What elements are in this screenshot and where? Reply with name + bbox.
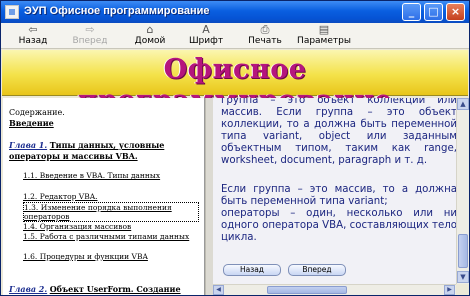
pane-splitter[interactable] [205,98,213,295]
chapter-1-number: Глава 1. [9,140,48,150]
contents-heading: Содержание. [9,108,65,117]
options-icon: ▤ [318,23,330,36]
scroll-right-icon[interactable]: ▶ [444,285,455,295]
toc-link-1-2[interactable]: 1.2. Редактор VBA. [23,192,199,201]
forward-toolbar-button[interactable]: ⇨ Вперед [70,24,110,48]
app-icon [5,5,19,19]
scroll-left-icon[interactable]: ◀ [213,285,224,295]
content-paragraph-3: операторы – один, несколько или ни одног… [221,208,456,243]
print-toolbar-button[interactable]: ⎙ Печать [245,24,285,48]
content-pane: группа – это объект коллекции или массив… [213,98,456,284]
options-label: Параметры [297,36,351,46]
home-toolbar-button[interactable]: ⌂ Домой [131,24,169,48]
toc-link-introduction[interactable]: Введение [9,118,54,128]
table-of-contents-pane[interactable]: Содержание. Введение Глава 1. Типы данны… [3,98,205,295]
toc-chapter-2[interactable]: Глава 2. Объект UserForm. Создание VBA- [9,284,201,295]
app-window: ЭУП Офисное программирование _ □ × ⇦ Наз… [0,0,470,296]
window-title: ЭУП Офисное программирование [24,5,210,17]
toc-link-1-5[interactable]: 1.5. Работа с различными типами данных [23,232,199,241]
toc-link-1-1[interactable]: 1.1. Введение в VBA. Типы данных [23,171,199,180]
vertical-scroll-thumb[interactable] [458,234,468,268]
content-forward-button[interactable]: Вперед [288,264,346,276]
maximize-button[interactable]: □ [424,3,443,21]
title-bar[interactable]: ЭУП Офисное программирование _ □ × [1,1,469,23]
toc-link-1-6[interactable]: 1.6. Процедуры и функции VBA [23,252,199,261]
minimize-button[interactable]: _ [402,3,421,21]
font-toolbar-button[interactable]: A Шрифт [187,24,225,48]
printer-icon: ⎙ [260,23,270,36]
back-toolbar-button[interactable]: ⇦ Назад [15,24,51,48]
forward-arrow-icon: ⇨ [85,23,95,36]
content-back-button[interactable]: Назад [223,264,281,276]
print-label: Печать [248,36,282,46]
home-label: Домой [134,36,166,46]
scroll-up-icon[interactable]: ▲ [457,98,469,110]
banner: Офисное программирование [2,50,468,116]
content-paragraph-2: Если группа – это массив, то а должна бы… [221,184,456,207]
back-label: Назад [18,36,48,46]
font-label: Шрифт [188,36,224,46]
toc-link-1-3[interactable]: 1.3. Изменение порядка выполнения операт… [23,202,199,222]
toc-chapter-1[interactable]: Глава 1. Типы данных, условные операторы… [9,140,201,162]
close-button[interactable]: × [446,3,465,21]
options-toolbar-button[interactable]: ▤ Параметры [296,24,352,48]
chapter-2-number: Глава 2. [9,284,48,294]
font-icon: A [202,23,210,36]
home-icon: ⌂ [146,23,154,36]
forward-label: Вперед [72,36,108,46]
toolbar: ⇦ Назад ⇨ Вперед ⌂ Домой A Шрифт ⎙ Печат… [1,23,469,49]
horizontal-scrollbar[interactable]: ◀ ▶ [213,284,456,295]
back-arrow-icon: ⇦ [28,23,38,36]
toc-link-1-4[interactable]: 1.4. Организация массивов [23,222,199,231]
horizontal-scroll-thumb[interactable] [267,286,347,294]
scroll-down-icon[interactable]: ▼ [457,271,469,283]
content-paragraph-1: группа – это объект коллекции или массив… [221,98,456,166]
vertical-scrollbar[interactable]: ▲ ▼ [456,98,469,284]
